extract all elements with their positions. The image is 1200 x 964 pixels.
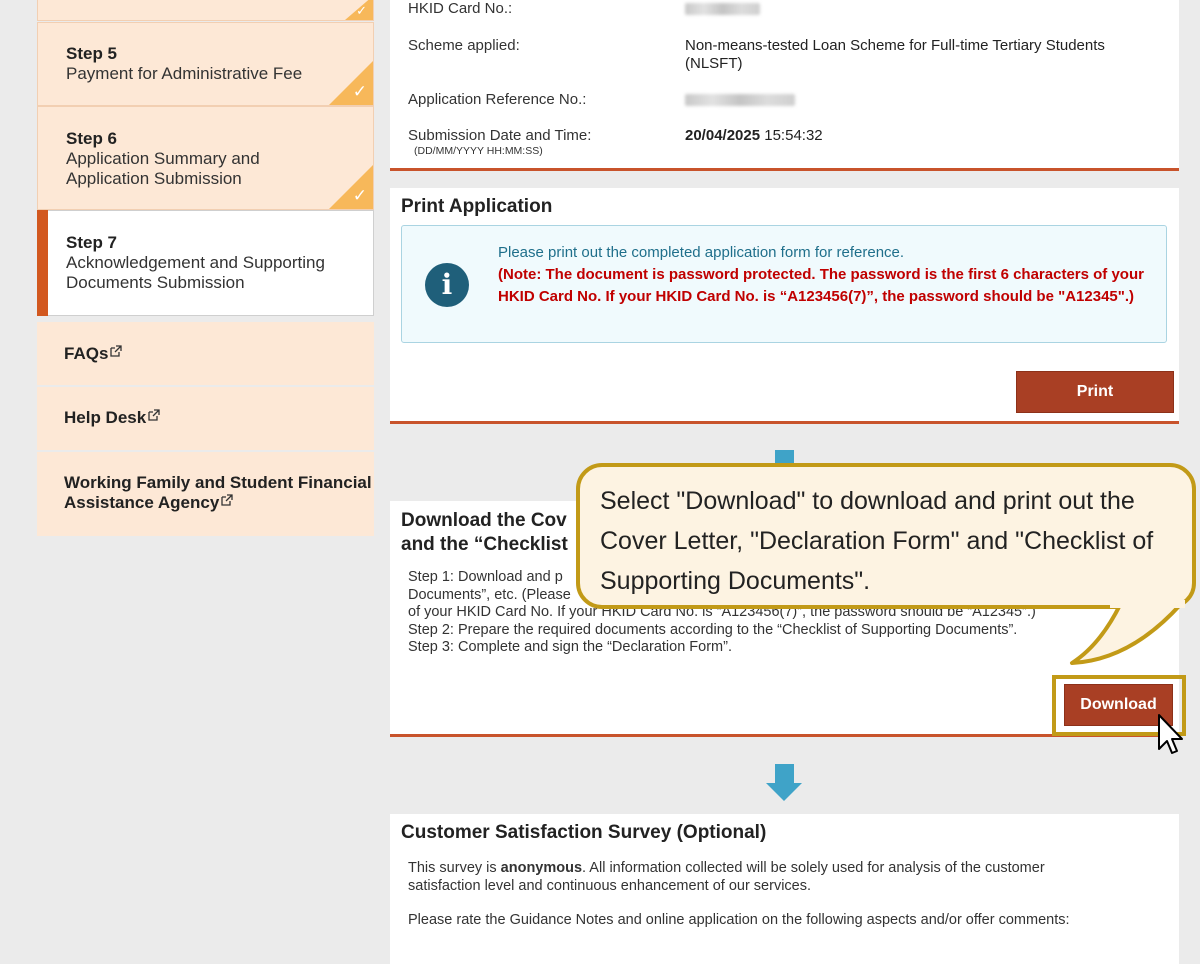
faqs-link[interactable]: FAQs: [37, 322, 374, 385]
help-desk-label: Help Desk: [64, 408, 147, 427]
application-summary-panel: HKID Card No.: Scheme applied: Non-means…: [390, 0, 1179, 171]
external-link-icon: [221, 494, 233, 506]
wfsfaa-label: Working Family and Student Financial Ass…: [64, 473, 372, 512]
scheme-value: Non-means-tested Loan Scheme for Full-ti…: [685, 37, 1105, 72]
check-icon: ✓: [356, 3, 367, 18]
download-title-line2: and the “Checklist: [401, 534, 568, 555]
mouse-cursor-icon: [1158, 714, 1183, 754]
print-button[interactable]: Print: [1016, 371, 1174, 413]
info-line: Please print out the completed applicati…: [498, 244, 905, 261]
step-description: Application Summary and Application Subm…: [66, 149, 260, 188]
info-message: Please print out the completed applicati…: [498, 242, 1148, 308]
download-title-line1: Download the Cov: [401, 510, 567, 531]
check-icon: ✓: [352, 186, 367, 205]
instruction-callout: Select "Download" to download and print …: [576, 463, 1196, 609]
info-icon: i: [425, 263, 469, 307]
step-description: Acknowledgement and Supporting Documents…: [66, 253, 325, 292]
faqs-label: FAQs: [64, 344, 109, 363]
step3-text: Step 3: Complete and sign the “Declarati…: [408, 639, 732, 655]
survey-title: Customer Satisfaction Survey (Optional): [401, 822, 767, 843]
date-format-hint: (DD/MM/YYYY HH:MM:SS): [414, 145, 543, 157]
flow-arrow-head: [766, 783, 802, 801]
sidebar-step-4[interactable]: ✓: [37, 0, 374, 21]
password-note: (Note: The document is password protecte…: [498, 266, 1144, 305]
submission-date-label: Submission Date and Time:: [408, 127, 592, 144]
help-desk-link[interactable]: Help Desk: [37, 387, 374, 450]
check-icon: ✓: [352, 82, 367, 101]
info-box: i Please print out the completed applica…: [401, 225, 1167, 343]
sidebar-step-7[interactable]: Step 7 Acknowledgement and Supporting Do…: [37, 210, 374, 316]
flow-arrow-stem: [775, 764, 794, 784]
hkid-value: [685, 2, 760, 19]
submission-date-value: 20/04/2025 15:54:32: [685, 127, 823, 144]
sidebar-step-6[interactable]: Step 6 Application Summary and Applicati…: [37, 106, 374, 210]
step-title: Step 5: [66, 44, 118, 63]
external-link-icon: [110, 345, 123, 357]
step-description: Payment for Administrative Fee: [66, 64, 303, 83]
survey-intro-a: This survey is: [408, 860, 501, 876]
survey-intro-bold: anonymous: [500, 860, 583, 876]
submission-date: 20/04/2025: [685, 127, 761, 144]
reference-label: Application Reference No.:: [408, 91, 587, 108]
external-link-icon: [148, 409, 160, 421]
print-section-title: Print Application: [401, 196, 553, 217]
survey-rating-prompt: Please rate the Guidance Notes and onlin…: [408, 912, 1070, 928]
scheme-label: Scheme applied:: [408, 37, 520, 54]
survey-panel: Customer Satisfaction Survey (Optional) …: [390, 814, 1179, 964]
hkid-label: HKID Card No.:: [408, 0, 513, 17]
step-title: Step 7: [66, 233, 118, 252]
callout-pointer: [1070, 600, 1185, 665]
wfsfaa-link[interactable]: Working Family and Student Financial Ass…: [37, 452, 374, 536]
survey-intro: This survey is anonymous. All informatio…: [408, 860, 1108, 895]
callout-text: Select "Download" to download and print …: [600, 487, 1154, 595]
step-title: Step 6: [66, 129, 118, 148]
active-indicator: [37, 210, 48, 316]
print-application-panel: Print Application i Please print out the…: [390, 188, 1179, 424]
step2-text: Step 2: Prepare the required documents a…: [408, 621, 1018, 638]
reference-value: [685, 93, 795, 110]
sidebar-step-5[interactable]: Step 5 Payment for Administrative Fee ✓: [37, 22, 374, 106]
submission-time: 15:54:32: [764, 127, 823, 144]
download-section-title: Download the Cov and the “Checklist: [401, 509, 568, 557]
